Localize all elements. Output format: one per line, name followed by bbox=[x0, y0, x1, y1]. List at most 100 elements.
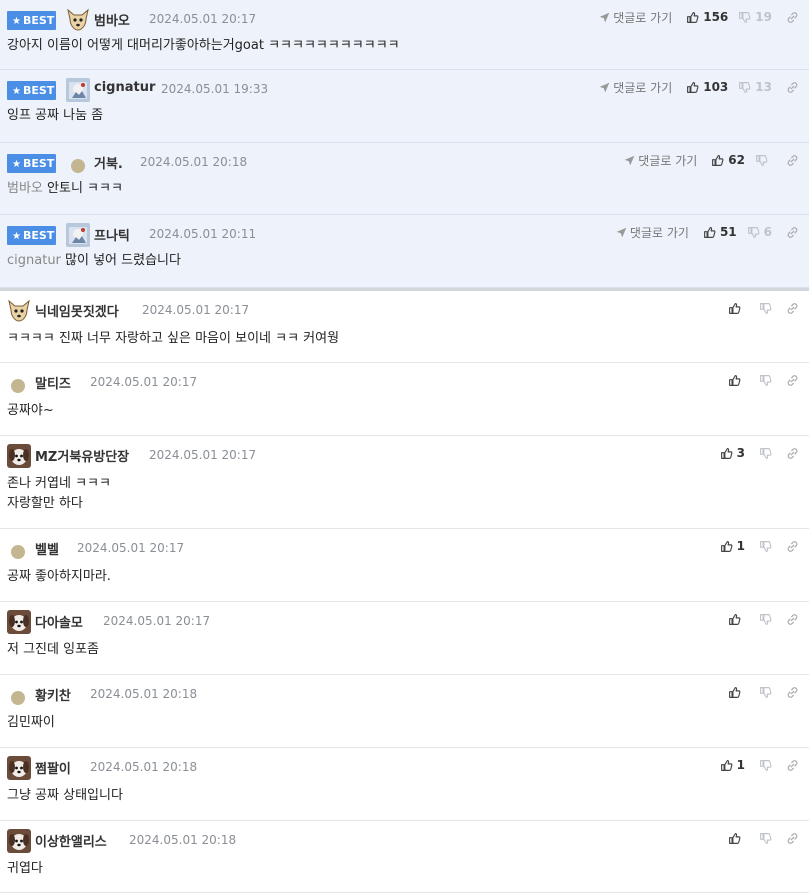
avatar bbox=[66, 223, 90, 247]
upvote-button[interactable]: 62 bbox=[711, 153, 745, 167]
comment-body: ㅋㅋㅋㅋ 진짜 너무 자랑하고 싶은 마음이 보이네 ㅋㅋ 커여웡 bbox=[0, 325, 809, 349]
downvote-button[interactable] bbox=[759, 374, 772, 387]
copy-link-button[interactable] bbox=[786, 613, 799, 626]
author-nickname[interactable]: 말티즈 bbox=[35, 373, 71, 392]
avatar bbox=[11, 545, 25, 559]
thumbs-up-icon bbox=[728, 302, 741, 315]
upvote-button[interactable]: 156 bbox=[686, 10, 728, 24]
link-icon bbox=[786, 374, 799, 387]
author-nickname[interactable]: cignatur bbox=[94, 80, 155, 95]
copy-link-button[interactable] bbox=[786, 81, 799, 94]
upvote-count: 1 bbox=[736, 539, 745, 553]
author-nickname[interactable]: MZ거북유방단장 bbox=[35, 446, 129, 465]
comment-header: 닉네임못짓겠다 2024.05.01 20:17 bbox=[0, 291, 809, 325]
comment-date: 2024.05.01 20:18 bbox=[129, 833, 237, 847]
go-to-reply-link[interactable]: 댓글로 가기 bbox=[624, 152, 697, 169]
upvote-button[interactable]: 51 bbox=[703, 225, 737, 239]
downvote-button[interactable] bbox=[759, 613, 772, 626]
comment-text-line: 김민짜이 bbox=[7, 715, 55, 730]
best-badge: ★ BEST bbox=[7, 226, 56, 245]
comment-header: 이상한앨리스 2024.05.01 20:18 bbox=[0, 821, 809, 855]
copy-link-button[interactable] bbox=[786, 226, 799, 239]
downvote-button[interactable] bbox=[759, 302, 772, 315]
upvote-button[interactable] bbox=[728, 832, 745, 845]
comment-header: MZ거북유방단장 2024.05.01 20:17 3 bbox=[0, 436, 809, 470]
downvote-button[interactable] bbox=[759, 759, 772, 772]
author-nickname[interactable]: 범바오 bbox=[94, 10, 130, 29]
mention-nickname[interactable]: cignatur bbox=[7, 253, 61, 268]
author-nickname[interactable]: 닉네임못짓겠다 bbox=[35, 301, 119, 320]
comment-actions: 댓글로 가기 51 6 bbox=[616, 223, 799, 241]
downvote-button[interactable] bbox=[759, 832, 772, 845]
comment-text: 많이 넣어 드렸습니다 bbox=[65, 253, 181, 268]
author-nickname[interactable]: 황키찬 bbox=[35, 685, 71, 704]
downvote-button[interactable] bbox=[759, 686, 772, 699]
downvote-count: 19 bbox=[755, 10, 772, 24]
downvote-button[interactable] bbox=[759, 447, 772, 460]
comment-item: 닉네임못짓겠다 2024.05.01 20:17 ㅋㅋㅋㅋ 진짜 너무 자랑하고 싶… bbox=[0, 291, 809, 363]
downvote-button[interactable]: 13 bbox=[738, 80, 772, 94]
avatar bbox=[7, 444, 31, 468]
comment-body: 존나 커엽네 ㅋㅋㅋ 자랑할만 하다 bbox=[0, 470, 809, 514]
copy-link-button[interactable] bbox=[786, 832, 799, 845]
send-arrow-icon bbox=[624, 155, 638, 166]
mention-nickname[interactable]: 범바오 bbox=[7, 181, 43, 196]
comment-text: 안토니 ㅋㅋㅋ bbox=[47, 181, 123, 196]
comment-date: 2024.05.01 20:17 bbox=[77, 541, 185, 555]
link-icon bbox=[786, 447, 799, 460]
link-icon bbox=[786, 154, 799, 167]
author-nickname[interactable]: 이상한앨리스 bbox=[35, 831, 107, 850]
comment-date: 2024.05.01 20:17 bbox=[149, 448, 257, 462]
link-icon bbox=[786, 540, 799, 553]
upvote-count: 1 bbox=[736, 758, 745, 772]
downvote-button[interactable] bbox=[759, 540, 772, 553]
comment-header: 다아솔모 2024.05.01 20:17 bbox=[0, 602, 809, 636]
go-to-reply-link[interactable]: 댓글로 가기 bbox=[599, 9, 672, 26]
copy-link-button[interactable] bbox=[786, 302, 799, 315]
comment-text: 잉프 공짜 나눔 좀 bbox=[7, 108, 104, 123]
comment-date: 2024.05.01 20:17 bbox=[90, 375, 198, 389]
downvote-button[interactable]: 19 bbox=[738, 10, 772, 24]
author-nickname[interactable]: 쩜팔이 bbox=[35, 758, 71, 777]
downvote-button[interactable] bbox=[755, 154, 772, 167]
thumbs-up-icon bbox=[728, 832, 741, 845]
link-icon bbox=[786, 226, 799, 239]
comment-date: 2024.05.01 20:17 bbox=[142, 303, 250, 317]
author-nickname[interactable]: 다아솔모 bbox=[35, 612, 83, 631]
send-arrow-icon bbox=[599, 82, 613, 93]
copy-link-button[interactable] bbox=[786, 540, 799, 553]
upvote-button[interactable]: 1 bbox=[720, 758, 745, 772]
downvote-button[interactable]: 6 bbox=[747, 225, 772, 239]
copy-link-button[interactable] bbox=[786, 374, 799, 387]
upvote-button[interactable] bbox=[728, 302, 745, 315]
upvote-button[interactable]: 103 bbox=[686, 80, 728, 94]
thumbs-down-icon bbox=[759, 447, 772, 460]
copy-link-button[interactable] bbox=[786, 11, 799, 24]
copy-link-button[interactable] bbox=[786, 686, 799, 699]
upvote-button[interactable]: 1 bbox=[720, 539, 745, 553]
comment-actions bbox=[728, 610, 799, 628]
copy-link-button[interactable] bbox=[786, 154, 799, 167]
upvote-button[interactable]: 3 bbox=[720, 446, 745, 460]
go-to-reply-label: 댓글로 가기 bbox=[638, 153, 698, 168]
author-nickname[interactable]: 거북. bbox=[94, 153, 123, 172]
copy-link-button[interactable] bbox=[786, 447, 799, 460]
thumbs-up-icon bbox=[720, 447, 733, 460]
thumbs-down-icon bbox=[738, 11, 751, 24]
upvote-button[interactable] bbox=[728, 686, 745, 699]
upvote-button[interactable] bbox=[728, 374, 745, 387]
thumbs-down-icon bbox=[759, 686, 772, 699]
upvote-button[interactable] bbox=[728, 613, 745, 626]
copy-link-button[interactable] bbox=[786, 759, 799, 772]
go-to-reply-label: 댓글로 가기 bbox=[613, 10, 673, 25]
author-nickname[interactable]: 벨벨 bbox=[35, 539, 59, 558]
downvote-count: 13 bbox=[755, 80, 772, 94]
author-nickname[interactable]: 프나틱 bbox=[94, 225, 130, 244]
go-to-reply-link[interactable]: 댓글로 가기 bbox=[616, 224, 689, 241]
upvote-count: 62 bbox=[728, 153, 745, 167]
link-icon bbox=[786, 302, 799, 315]
comment-text-line: ㅋㅋㅋㅋ 진짜 너무 자랑하고 싶은 마음이 보이네 ㅋㅋ 커여웡 bbox=[7, 331, 340, 346]
go-to-reply-link[interactable]: 댓글로 가기 bbox=[599, 79, 672, 96]
avatar bbox=[66, 78, 90, 102]
comment-actions bbox=[728, 371, 799, 389]
